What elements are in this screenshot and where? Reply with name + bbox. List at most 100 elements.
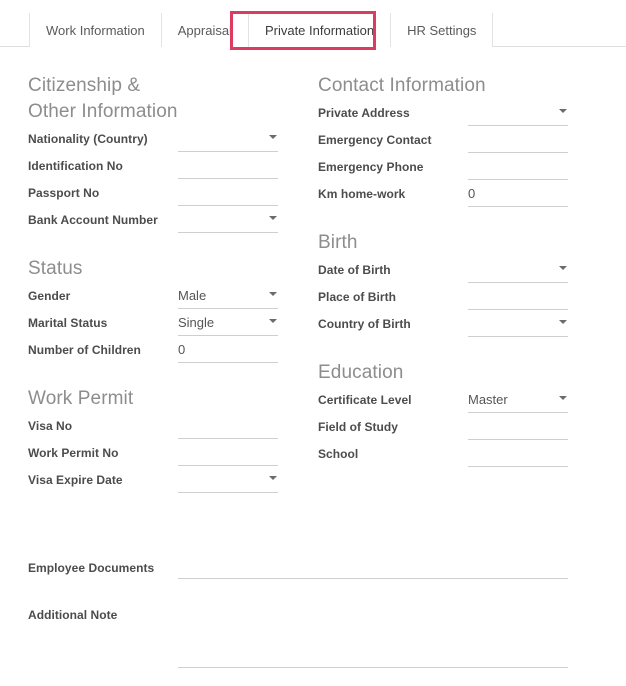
field-underline xyxy=(468,336,568,337)
field-date-of-birth: Date of Birth xyxy=(318,259,568,286)
date-of-birth-picker[interactable] xyxy=(468,259,568,285)
field-underline xyxy=(468,179,568,180)
field-emergency-phone: Emergency Phone xyxy=(318,156,568,183)
field-number-of-children: Number of Children 0 xyxy=(28,339,278,366)
tab-label: Private Information xyxy=(264,22,375,38)
group-work-permit: Work Permit Visa No Work Permit No Visa … xyxy=(28,386,278,496)
group-title: Citizenship & Other Information xyxy=(28,75,178,122)
field-label: Nationality (Country) xyxy=(28,132,148,146)
left-column: Citizenship & Other Information National… xyxy=(28,73,278,516)
field-underline xyxy=(178,335,278,336)
place-of-birth-input[interactable] xyxy=(468,286,568,312)
emergency-phone-input[interactable] xyxy=(468,156,568,182)
field-emergency-contact: Emergency Contact xyxy=(318,129,568,156)
field-underline xyxy=(178,151,278,152)
field-work-permit-no: Work Permit No xyxy=(28,442,278,469)
passport-no-input[interactable] xyxy=(178,182,278,208)
km-home-work-input[interactable]: 0 xyxy=(468,183,568,209)
group-title: Status xyxy=(28,258,83,279)
field-visa-expire-date: Visa Expire Date xyxy=(28,469,278,496)
field-value xyxy=(468,259,568,279)
field-value xyxy=(178,415,278,435)
visa-no-input[interactable] xyxy=(178,415,278,441)
school-input[interactable] xyxy=(468,443,568,469)
field-label: Work Permit No xyxy=(28,446,119,460)
group-status: Status Gender Male Marital Status Single xyxy=(28,256,278,366)
field-visa-no: Visa No xyxy=(28,415,278,442)
group-title: Contact Information xyxy=(318,75,486,96)
group-birth: Birth Date of Birth Place of Birth Count… xyxy=(318,230,568,340)
tab-list: Work Information Appraisal Private Infor… xyxy=(29,13,494,47)
field-certificate-level: Certificate Level Master xyxy=(318,389,568,416)
field-value: Male xyxy=(178,288,207,303)
field-label: Date of Birth xyxy=(318,263,391,277)
field-km-home-work: Km home-work 0 xyxy=(318,183,568,210)
field-place-of-birth: Place of Birth xyxy=(318,286,568,313)
field-label: Marital Status xyxy=(28,316,108,330)
field-employee-documents: Employee Documents xyxy=(28,557,568,579)
field-value xyxy=(178,209,278,229)
field-label: Visa Expire Date xyxy=(28,473,123,487)
country-of-birth-select[interactable] xyxy=(468,313,568,339)
field-underline xyxy=(468,466,568,467)
nationality-country-select[interactable] xyxy=(178,128,278,154)
marital-status-select[interactable]: Single xyxy=(178,312,278,338)
work-permit-no-input[interactable] xyxy=(178,442,278,468)
chevron-down-icon xyxy=(269,476,277,480)
tab-work-information[interactable]: Work Information xyxy=(29,13,161,47)
field-private-address: Private Address xyxy=(318,102,568,129)
field-underline xyxy=(178,438,278,439)
field-value: Master xyxy=(468,392,508,407)
chevron-down-icon xyxy=(559,396,567,400)
field-underline xyxy=(468,206,568,207)
field-label: Emergency Contact xyxy=(318,133,432,147)
field-label: Bank Account Number xyxy=(28,213,158,227)
field-value xyxy=(178,557,568,577)
group-education: Education Certificate Level Master Field… xyxy=(318,360,568,470)
field-underline xyxy=(468,282,568,283)
field-value xyxy=(178,469,278,489)
field-passport-no: Passport No xyxy=(28,182,278,209)
field-label: Visa No xyxy=(28,419,73,433)
field-identification-no: Identification No xyxy=(28,155,278,182)
field-school: School xyxy=(318,443,568,470)
tab-appraisal[interactable]: Appraisal xyxy=(160,13,248,47)
chevron-down-icon xyxy=(559,320,567,324)
certificate-level-select[interactable]: Master xyxy=(468,389,568,415)
employee-documents-input[interactable] xyxy=(178,557,568,579)
field-bank-account-number: Bank Account Number xyxy=(28,209,278,236)
field-underline xyxy=(178,492,278,493)
field-value xyxy=(468,416,568,436)
private-address-select[interactable] xyxy=(468,102,568,128)
visa-expire-date-picker[interactable] xyxy=(178,469,278,495)
gender-select[interactable]: Male xyxy=(178,285,278,311)
field-of-study-input[interactable] xyxy=(468,416,568,442)
additional-note-textarea[interactable] xyxy=(178,604,568,668)
chevron-down-icon xyxy=(559,109,567,113)
tab-label: Work Information xyxy=(46,22,145,38)
chevron-down-icon xyxy=(269,216,277,220)
field-nationality-country: Nationality (Country) xyxy=(28,128,278,155)
field-label: Emergency Phone xyxy=(318,160,424,174)
field-label: Employee Documents xyxy=(28,561,155,575)
field-underline xyxy=(178,362,278,363)
tab-private-information[interactable]: Private Information xyxy=(247,13,391,47)
field-underline xyxy=(468,125,568,126)
field-field-of-study: Field of Study xyxy=(318,416,568,443)
number-of-children-input[interactable]: 0 xyxy=(178,339,278,365)
field-underline xyxy=(178,205,278,206)
identification-no-input[interactable] xyxy=(178,155,278,181)
field-underline xyxy=(178,178,278,179)
field-country-of-birth: Country of Birth xyxy=(318,313,568,340)
emergency-contact-input[interactable] xyxy=(468,129,568,155)
field-value xyxy=(178,155,278,175)
tab-hr-settings[interactable]: HR Settings xyxy=(390,13,494,47)
form-sheet: Citizenship & Other Information National… xyxy=(0,47,626,686)
bank-account-number-select[interactable] xyxy=(178,209,278,235)
field-label: Km home-work xyxy=(318,187,406,201)
field-underline xyxy=(178,578,568,579)
field-value xyxy=(468,286,568,306)
field-label: School xyxy=(318,447,359,461)
field-label: Private Address xyxy=(318,106,410,120)
field-label: Number of Children xyxy=(28,343,141,357)
